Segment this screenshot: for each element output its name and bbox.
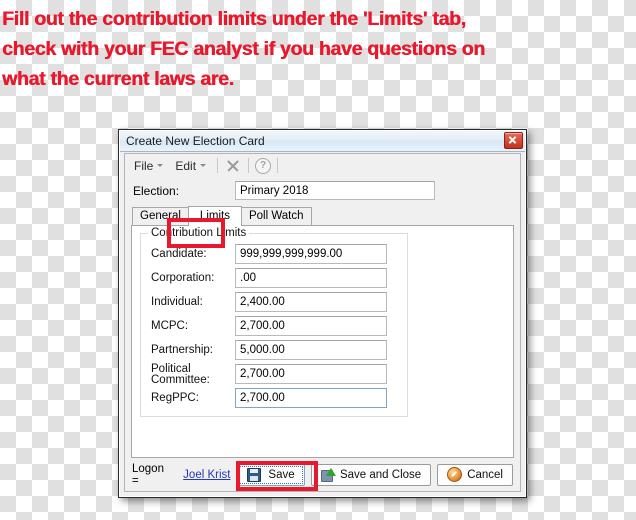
regppc-input[interactable]	[235, 388, 387, 408]
group-title: Contribution Limits	[148, 227, 250, 239]
field-row-individual: Individual:	[151, 291, 397, 313]
tab-poll-watch[interactable]: Poll Watch	[240, 207, 312, 225]
contribution-limits-group: Contribution Limits Candidate: Corporati…	[140, 227, 408, 417]
individual-input[interactable]	[235, 292, 387, 312]
close-icon[interactable]	[504, 132, 523, 149]
dialog-toolbar: File Edit ?	[125, 154, 520, 177]
election-label: Election:	[133, 183, 180, 198]
create-election-card-dialog: Create New Election Card File Edit ? Ele…	[118, 129, 527, 498]
field-row-mcpc: MCPC:	[151, 315, 397, 337]
field-row-partnership: Partnership:	[151, 339, 397, 361]
candidate-input[interactable]	[235, 244, 387, 264]
election-input[interactable]	[235, 181, 435, 200]
logon-label: Logon =	[132, 462, 164, 487]
menu-file-label: File	[134, 158, 154, 173]
political-committee-input[interactable]	[235, 364, 387, 384]
chevron-down-icon	[157, 164, 164, 167]
candidate-label: Candidate:	[151, 247, 207, 260]
tab-general[interactable]: General	[132, 207, 189, 225]
help-icon[interactable]: ?	[255, 157, 272, 174]
mcpc-input[interactable]	[235, 316, 387, 336]
tab-limits[interactable]: Limits	[187, 206, 242, 226]
field-row-regppc: RegPPC:	[151, 387, 397, 409]
regppc-label: RegPPC:	[151, 391, 199, 404]
cancel-circle-icon	[447, 467, 463, 482]
save-and-close-button-label: Save and Close	[339, 468, 422, 481]
menu-file[interactable]: File	[129, 157, 168, 175]
tab-container: General Limits Poll Watch Contribution L…	[131, 206, 514, 458]
corporation-label: Corporation:	[151, 271, 215, 284]
toolbar-separator	[217, 158, 219, 173]
annotation-line-3: what the current laws are.	[2, 68, 234, 90]
field-row-candidate: Candidate:	[151, 243, 397, 265]
logon-user-link[interactable]: Joel Krist	[183, 469, 231, 481]
toolbar-separator	[248, 158, 250, 173]
save-and-close-button[interactable]: Save and Close	[310, 463, 432, 486]
dialog-footer: Logon = Joel Krist Save Save and Close C…	[125, 458, 520, 491]
annotation-line-1: Fill out the contribution limits under t…	[2, 8, 466, 30]
field-row-corporation: Corporation:	[151, 267, 397, 289]
field-row-political-committee: Political Committee:	[151, 363, 397, 385]
partnership-input[interactable]	[235, 340, 387, 360]
annotation-heading: Fill out the contribution limits under t…	[0, 0, 636, 94]
cancel-button[interactable]: Cancel	[437, 463, 513, 486]
floppy-disk-icon	[247, 467, 262, 482]
cancel-button-label: Cancel	[467, 468, 503, 481]
individual-label: Individual:	[151, 295, 203, 308]
save-button-label: Save	[268, 468, 295, 481]
floppy-disk-green-arrow-icon	[320, 467, 336, 482]
election-field-row: Election:	[125, 177, 520, 207]
mcpc-label: MCPC:	[151, 319, 189, 332]
menu-edit-label: Edit	[175, 158, 197, 173]
delete-x-icon[interactable]	[224, 157, 242, 175]
tab-strip: General Limits Poll Watch	[131, 206, 514, 226]
save-button[interactable]: Save	[237, 463, 305, 486]
dialog-client-area: File Edit ? Election: General Limits Pol…	[124, 153, 521, 492]
corporation-input[interactable]	[235, 268, 387, 288]
tab-panel-limits: Contribution Limits Candidate: Corporati…	[131, 225, 514, 458]
annotation-line-2: check with your FEC analyst if you have …	[2, 38, 485, 60]
dialog-titlebar[interactable]: Create New Election Card	[119, 130, 526, 152]
chevron-down-icon	[200, 164, 207, 167]
partnership-label: Partnership:	[151, 343, 214, 356]
menu-edit[interactable]: Edit	[170, 157, 211, 175]
political-committee-label: Political Committee:	[151, 363, 210, 385]
dialog-title: Create New Election Card	[126, 133, 265, 148]
toolbar-separator	[277, 158, 279, 173]
